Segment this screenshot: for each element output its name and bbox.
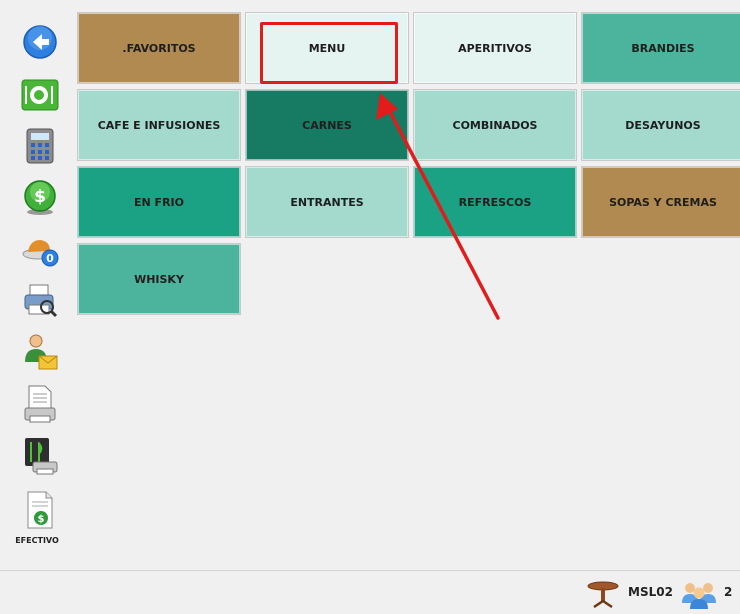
dollar-coin-icon: $ <box>24 180 56 215</box>
cash-payment-button[interactable]: $ <box>18 488 62 532</box>
category-tile[interactable]: COMBINADOS <box>413 89 577 161</box>
calculator-icon <box>26 128 54 164</box>
calculator-button[interactable] <box>18 124 62 168</box>
restaurant-button[interactable] <box>18 74 62 118</box>
cash-document-icon: $ <box>27 491 53 529</box>
category-tile[interactable]: WHISKY <box>77 243 241 315</box>
svg-text:$: $ <box>38 514 45 525</box>
document-print-icon <box>24 385 56 423</box>
table-label: MSL02 <box>628 585 673 599</box>
table-icon <box>587 581 619 608</box>
category-tile[interactable]: ENTRANTES <box>245 166 409 238</box>
restaurant-plate-icon <box>21 79 59 111</box>
category-grid: .FAVORITOS MENU APERITIVOS BRANDIES CAFE… <box>77 12 740 332</box>
dish-counter-button[interactable]: 0 <box>18 228 62 272</box>
category-tile[interactable]: REFRESCOS <box>413 166 577 238</box>
category-tile[interactable]: CAFE E INFUSIONES <box>77 89 241 161</box>
back-arrow-icon <box>23 25 57 59</box>
user-mail-icon <box>25 334 58 370</box>
guests-icon <box>682 583 716 609</box>
sidebar: $ 0 $ EFECTIVO <box>0 0 74 570</box>
menu-highlight-box <box>260 22 398 84</box>
back-button[interactable] <box>18 20 62 64</box>
category-tile[interactable]: APERITIVOS <box>413 12 577 84</box>
guest-count: 2 <box>724 585 733 599</box>
category-tile[interactable]: DESAYUNOS <box>581 89 740 161</box>
efectivo-label: EFECTIVO <box>15 536 59 545</box>
category-tile[interactable]: SOPAS Y CREMAS <box>581 166 740 238</box>
status-bar: MSL02 2 <box>0 570 740 614</box>
category-tile[interactable]: .FAVORITOS <box>77 12 241 84</box>
category-tile[interactable]: CARNES <box>245 89 409 161</box>
kitchen-print-button[interactable] <box>18 434 62 478</box>
dish-counter-badge: 0 <box>46 252 54 265</box>
category-tile[interactable]: BRANDIES <box>581 12 740 84</box>
dish-counter-icon: 0 <box>22 240 59 267</box>
print-document-button[interactable] <box>18 382 62 426</box>
send-user-button[interactable] <box>18 330 62 374</box>
svg-text:$: $ <box>34 187 46 207</box>
print-preview-button[interactable] <box>18 278 62 322</box>
category-tile[interactable]: EN FRIO <box>77 166 241 238</box>
kitchen-print-icon <box>25 438 58 475</box>
payment-button[interactable]: $ <box>18 176 62 220</box>
print-preview-icon <box>24 284 58 318</box>
